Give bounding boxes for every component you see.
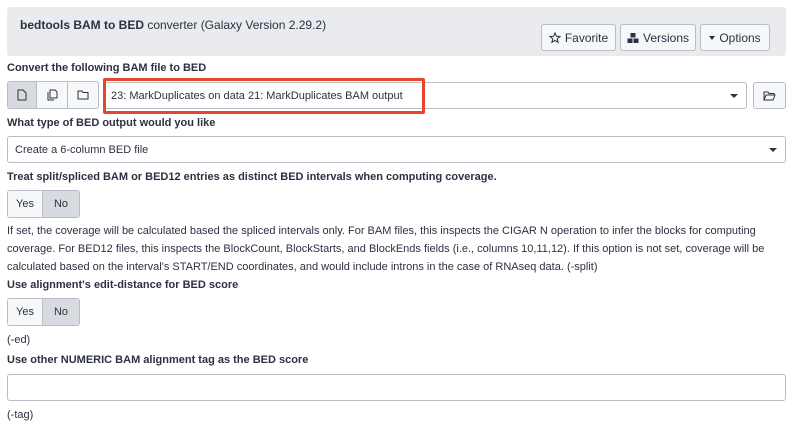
edit-distance-yes-button[interactable]: Yes [8,299,44,325]
bed-type-selected: Create a 6-column BED file [15,143,149,156]
folder-icon [77,90,89,100]
tag-input[interactable] [7,374,786,401]
bed-type-label: What type of BED output would you like [7,117,216,129]
split-help-line: calculated based on the interval's START… [7,261,598,273]
versions-label: Versions [642,30,690,45]
tool-name: bedtools BAM to BED [20,18,144,32]
bed-type-select[interactable]: Create a 6-column BED file [7,136,786,163]
input-file-highlight [103,78,425,114]
options-button[interactable]: Options [700,24,770,51]
file-icon [17,89,27,101]
edit-distance-toggle: Yes No [7,298,80,326]
cubes-icon [627,32,639,43]
collection-button[interactable] [67,82,98,108]
folder-open-icon [763,91,776,100]
single-dataset-button[interactable] [8,82,38,108]
split-yes-button[interactable]: Yes [8,191,44,217]
tool-title: bedtools BAM to BED converter (Galaxy Ve… [20,18,326,32]
tag-help: (-tag) [7,409,34,421]
tool-version: converter (Galaxy Version 2.29.2) [144,18,327,32]
favorite-label: Favorite [564,30,609,45]
edit-distance-label: Use alignment's edit-distance for BED sc… [7,279,239,291]
edit-distance-no-button[interactable]: No [43,299,79,325]
multiple-datasets-button[interactable] [37,82,68,108]
split-no-button[interactable]: No [43,191,79,217]
star-icon [548,31,561,44]
input-file-label: Convert the following BAM file to BED [7,62,207,74]
favorite-button[interactable]: Favorite [541,24,616,51]
caret-down-icon [709,35,716,40]
files-icon [47,89,58,101]
input-source-toggle [7,81,99,109]
split-label: Treat split/spliced BAM or BED12 entries… [7,171,497,183]
versions-button[interactable]: Versions [620,24,696,51]
tool-header: bedtools BAM to BED converter (Galaxy Ve… [7,7,786,56]
split-help-line: If set, the coverage will be calculated … [7,225,756,237]
dropdown-caret-icon [730,94,738,98]
browse-folder-button[interactable] [753,82,786,109]
split-help-line: coverage. For BED12 files, this inspects… [7,243,765,255]
tag-label: Use other NUMERIC BAM alignment tag as t… [7,354,309,366]
dropdown-caret-icon [769,148,777,152]
split-help: If set, the coverage will be calculated … [7,222,764,276]
options-label: Options [719,30,761,45]
split-toggle: Yes No [7,190,80,218]
edit-distance-help: (-ed) [7,334,31,346]
